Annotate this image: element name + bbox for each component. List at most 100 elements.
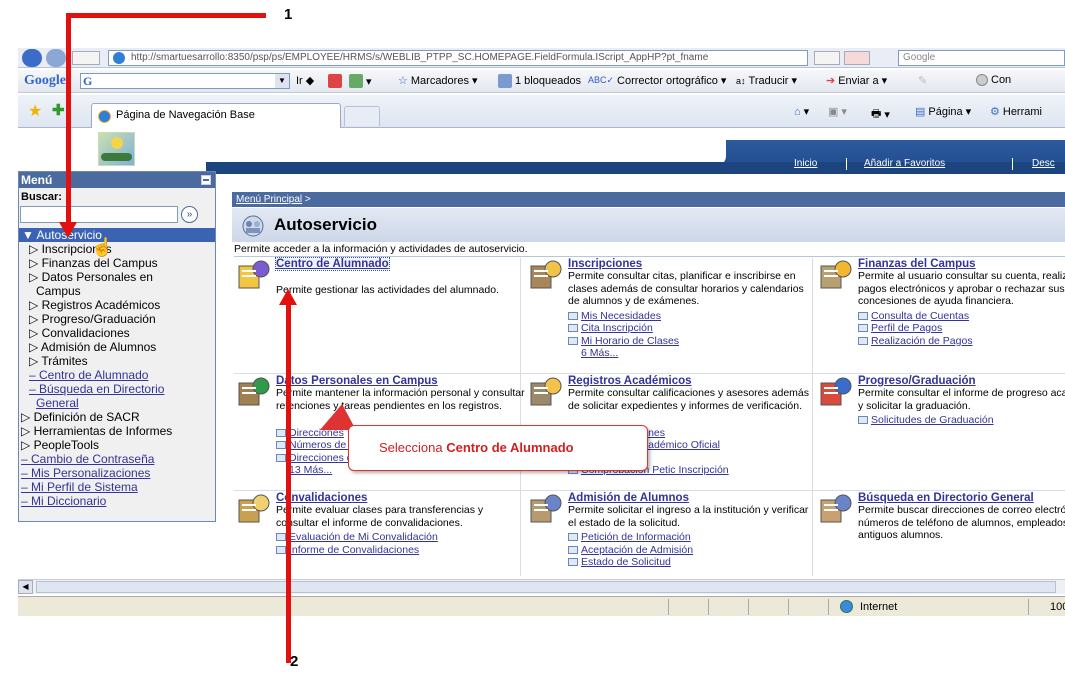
menu-item[interactable]: ▷ Definición de SACR bbox=[19, 410, 215, 424]
left-margin bbox=[0, 48, 18, 616]
card-title-link[interactable]: Registros Académicos bbox=[568, 375, 692, 387]
divider bbox=[234, 256, 1065, 257]
menu-item[interactable]: ▷ Admisión de Alumnos bbox=[19, 340, 215, 354]
document-icon bbox=[568, 324, 578, 333]
menu-item[interactable]: – Centro de Alumnado bbox=[19, 368, 215, 382]
document-icon bbox=[568, 545, 578, 554]
pencil-icon[interactable]: ✎ bbox=[918, 74, 927, 87]
print-button[interactable]: 🖶 ▾ bbox=[871, 105, 890, 124]
home-link[interactable]: Inicio bbox=[794, 158, 817, 169]
card-title-link[interactable]: Inscripciones bbox=[568, 258, 642, 270]
star-icon: ☆ bbox=[398, 75, 408, 87]
add-favorites-link[interactable]: Añadir a Favoritos bbox=[864, 158, 945, 169]
home-icon: ⌂ bbox=[794, 105, 801, 118]
more-link[interactable]: 6 Más... bbox=[568, 347, 818, 360]
menu-item[interactable]: ▷ Datos Personales en bbox=[19, 270, 215, 284]
card-link[interactable]: Mis Necesidades bbox=[568, 310, 818, 323]
menu-item[interactable]: – Mi Perfil de Sistema bbox=[19, 480, 215, 494]
card-links: Solicitudes de Graduación bbox=[858, 414, 1065, 427]
scroll-thumb[interactable] bbox=[36, 581, 1056, 593]
gear-icon: ⚙ bbox=[990, 106, 1000, 118]
home-button[interactable]: ⌂ ▾ bbox=[794, 105, 809, 119]
desc-link[interactable]: Desc bbox=[1032, 158, 1055, 169]
google-search-input[interactable]: Google bbox=[898, 50, 1065, 66]
annotation-arrow-2-shaft bbox=[286, 305, 291, 663]
menu-item[interactable]: ▷ Herramientas de Informes bbox=[19, 424, 215, 438]
breadcrumb-main-menu[interactable]: Menú Principal bbox=[236, 194, 302, 205]
menu-item[interactable]: General bbox=[19, 396, 215, 410]
translate-menu[interactable]: a↕ Traducir ▾ bbox=[736, 74, 797, 88]
tab-title: Página de Navegación Base bbox=[116, 109, 255, 121]
horizontal-scrollbar[interactable]: ◀ bbox=[18, 579, 1065, 594]
card-link[interactable]: Evaluación de Mi Convalidación bbox=[276, 531, 526, 544]
menu-item[interactable]: ▷ Trámites bbox=[19, 354, 215, 368]
card-link[interactable]: Estado de Solicitud bbox=[568, 556, 818, 569]
feeds-button[interactable]: ▣ ▾ bbox=[828, 105, 847, 118]
menu-item[interactable]: ▷ Convalidaciones bbox=[19, 326, 215, 340]
page-title: Autoservicio bbox=[274, 215, 377, 234]
menu-item[interactable]: – Mi Diccionario bbox=[19, 494, 215, 508]
stop-button[interactable] bbox=[844, 51, 870, 65]
google-toolbar-search[interactable]: G ▼ bbox=[80, 73, 290, 89]
spellcheck-menu[interactable]: ABC✓ Corrector ortográfico ▾ bbox=[588, 74, 726, 88]
history-dropdown[interactable] bbox=[72, 51, 100, 65]
menu-item[interactable]: ▷ Progreso/Graduación bbox=[19, 312, 215, 326]
card-icon bbox=[238, 260, 270, 289]
menu-item[interactable]: ▷ Finanzas del Campus bbox=[19, 256, 215, 270]
google-g-icon: G bbox=[83, 74, 93, 88]
go-button[interactable]: Ir ◆ bbox=[296, 74, 314, 88]
menu-item[interactable]: ▷ Inscripciones bbox=[19, 242, 215, 256]
connect-button[interactable]: Con bbox=[976, 74, 1011, 86]
card-title-link[interactable]: Centro de Alumnado bbox=[275, 257, 390, 271]
menu-item[interactable]: ▼ Autoservicio bbox=[19, 228, 215, 242]
zoom-level[interactable]: 100% bbox=[1050, 601, 1065, 613]
page-menu[interactable]: ▤ Página ▾ bbox=[915, 105, 971, 119]
menu-item[interactable]: ▷ PeopleTools bbox=[19, 438, 215, 452]
favorites-star-icon[interactable]: ★ bbox=[28, 101, 42, 121]
card-title-link[interactable]: Datos Personales en Campus bbox=[276, 375, 438, 387]
search-go-button[interactable]: » bbox=[181, 206, 198, 223]
card-link[interactable]: Aceptación de Admisión bbox=[568, 544, 818, 557]
menu-item[interactable]: – Búsqueda en Directorio bbox=[19, 382, 215, 396]
add-favorite-icon[interactable]: ✚ bbox=[52, 101, 65, 119]
back-icon[interactable] bbox=[22, 49, 42, 67]
card-link[interactable]: Mi Horario de Clases bbox=[568, 335, 818, 348]
menu-search-input[interactable] bbox=[20, 206, 178, 223]
card-title-link[interactable]: Búsqueda en Directorio General bbox=[858, 492, 1034, 504]
card-description: Permite mantener la información personal… bbox=[276, 387, 525, 412]
tab-pagina-navegacion[interactable]: Página de Navegación Base bbox=[91, 103, 341, 128]
menu-item[interactable]: – Mis Personalizaciones bbox=[19, 466, 215, 480]
card-link[interactable]: Consulta de Cuentas bbox=[858, 310, 1065, 323]
refresh-button[interactable] bbox=[814, 51, 840, 65]
scroll-left-icon[interactable]: ◀ bbox=[18, 580, 33, 594]
self-service-icon bbox=[242, 215, 264, 237]
callout-text: Selecciona Centro de Alumnado bbox=[379, 440, 574, 455]
card-title-link[interactable]: Admisión de Alumnos bbox=[568, 492, 689, 504]
translate-icon: a↕ bbox=[736, 75, 746, 86]
card-title-link[interactable]: Progreso/Graduación bbox=[858, 375, 976, 387]
card-link[interactable]: Informe de Convalidaciones bbox=[276, 544, 526, 557]
address-input[interactable]: http://smartuesarrollo:8350/psp/ps/EMPLO… bbox=[108, 50, 808, 66]
pagerank-icon[interactable]: ▾ bbox=[328, 74, 372, 88]
chevron-down-icon[interactable]: ▼ bbox=[275, 74, 289, 88]
popup-blocker[interactable]: 1 bloqueados bbox=[498, 74, 581, 88]
card-link[interactable]: Cita Inscripción bbox=[568, 322, 818, 335]
send-to-menu[interactable]: ➔ Enviar a ▾ bbox=[826, 74, 887, 88]
forward-icon[interactable] bbox=[46, 49, 66, 67]
menu-tree: ▼ Autoservicio ▷ Inscripciones ▷ Finanzas … bbox=[19, 228, 215, 508]
new-tab-button[interactable] bbox=[344, 106, 380, 126]
card-link[interactable]: Solicitudes de Graduación bbox=[858, 414, 1065, 427]
card-link[interactable]: Perfil de Pagos bbox=[858, 322, 1065, 335]
collapse-icon[interactable] bbox=[201, 175, 211, 185]
search-label: Buscar: bbox=[21, 191, 62, 203]
card-link[interactable]: Petición de Información bbox=[568, 531, 818, 544]
menu-item[interactable]: ▷ Registros Académicos bbox=[19, 298, 215, 312]
menu-item[interactable]: Campus bbox=[19, 284, 215, 298]
card-title-link[interactable]: Finanzas del Campus bbox=[858, 258, 976, 270]
menu-item[interactable]: – Cambio de Contraseña bbox=[19, 452, 215, 466]
document-icon bbox=[276, 545, 286, 554]
card-link[interactable]: Realización de Pagos bbox=[858, 335, 1065, 348]
row-divider bbox=[234, 373, 1065, 374]
bookmarks-menu[interactable]: ☆ Marcadores ▾ bbox=[398, 74, 477, 88]
tools-menu[interactable]: ⚙ Herrami bbox=[990, 105, 1042, 119]
